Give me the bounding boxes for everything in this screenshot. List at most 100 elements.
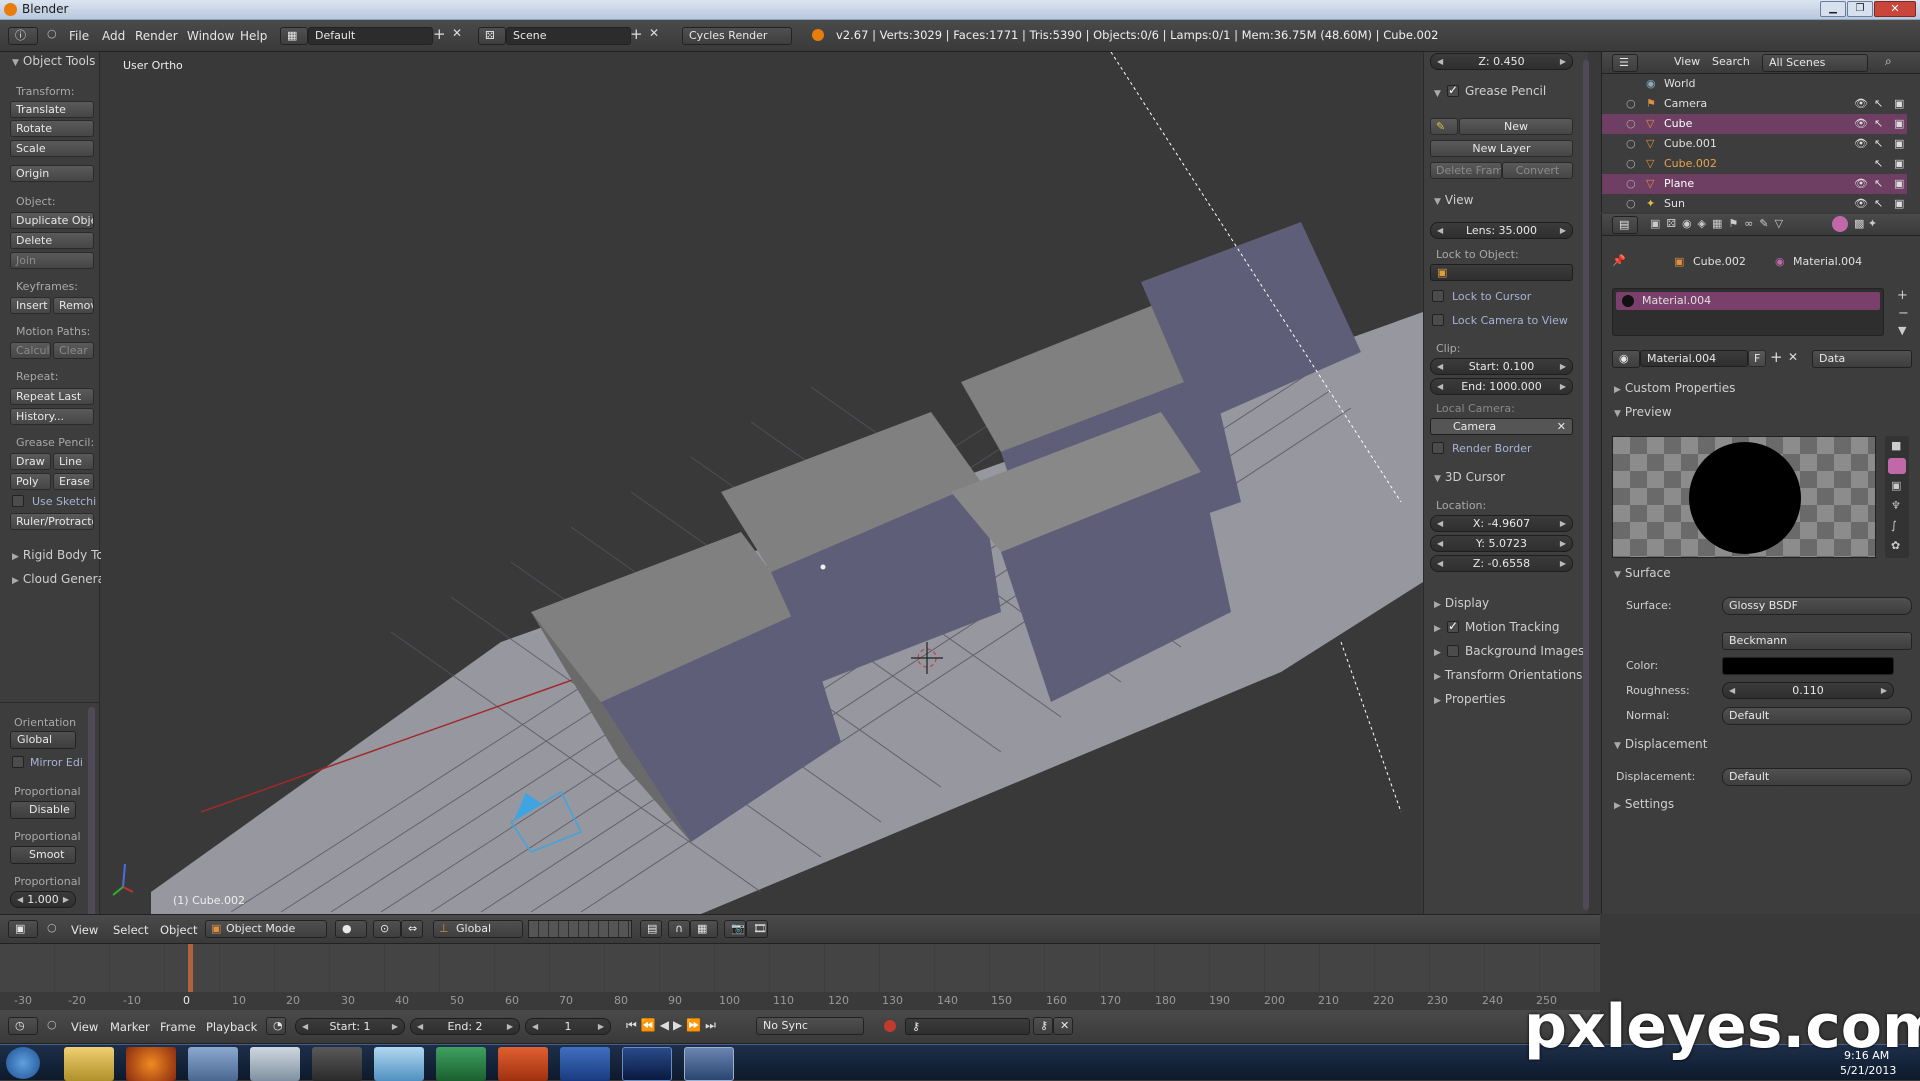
close-button[interactable]: ✕ <box>1874 1 1916 17</box>
powerpoint-taskbar-icon[interactable] <box>498 1047 548 1081</box>
timeline-marker-menu[interactable]: Marker <box>110 1020 150 1034</box>
material-tab-icon[interactable] <box>1832 216 1848 232</box>
delete-frame-button[interactable]: Delete Frame <box>1430 162 1502 179</box>
render-border-checkbox[interactable] <box>1432 442 1444 454</box>
timeline-ruler[interactable]: -30 -20 -10 0 10 20 30 40 50 60 70 80 90… <box>0 992 1600 1010</box>
displacement-select[interactable]: Default <box>1722 768 1912 786</box>
timeline[interactable]: -30 -20 -10 0 10 20 30 40 50 60 70 80 90… <box>0 944 1600 1010</box>
current-frame-field[interactable]: ◀ 1 ▶ <box>525 1018 611 1035</box>
properties-region-scrollbar[interactable] <box>1583 60 1589 910</box>
roughness-field[interactable]: ◀ 0.110 ▶ <box>1722 682 1894 699</box>
falloff-select[interactable]: Smoot <box>10 846 76 864</box>
new-layer-button[interactable]: New Layer <box>1430 140 1573 157</box>
cursor-x-field[interactable]: ◀ X: -4.9607 ▶ <box>1430 515 1573 532</box>
3d-cursor-panel[interactable]: ▼ 3D Cursor <box>1434 470 1505 484</box>
lock-object-field[interactable]: ▣ <box>1430 264 1573 281</box>
manipulator-toggle[interactable]: ⇔ <box>401 920 423 938</box>
menu-window[interactable]: Window <box>187 18 234 54</box>
word-taskbar-icon[interactable] <box>560 1047 610 1081</box>
select-menu[interactable]: Select <box>113 923 148 937</box>
lock-layers-icon[interactable]: ▤ <box>640 920 662 938</box>
minimize-button[interactable]: ▁ <box>1820 1 1846 17</box>
object-menu[interactable]: Object <box>160 923 197 937</box>
scene-field[interactable]: Scene <box>506 27 631 45</box>
poly-button[interactable]: Poly <box>10 473 51 490</box>
select-arrow-icon[interactable]: ↖ <box>1874 154 1883 174</box>
outliner-row-plane[interactable]: ○ ▽ Plane 👁 ↖ ▣ <box>1602 174 1907 194</box>
repeat-last-button[interactable]: Repeat Last <box>10 388 94 405</box>
preview-range-toggle[interactable]: ◔ <box>266 1017 286 1035</box>
delete-keyframe-icon[interactable]: ✕ <box>1053 1017 1073 1035</box>
join-button[interactable]: Join <box>10 252 94 269</box>
outliner-row-camera[interactable]: ○ ⚑ Camera 👁 ↖ ▣ <box>1602 94 1907 114</box>
sync-mode-select[interactable]: No Sync <box>756 1017 864 1035</box>
layout-icon[interactable]: ▦ <box>280 27 308 45</box>
pin-icon[interactable]: 📌 <box>1612 254 1626 267</box>
editor-type-menu[interactable]: ⓘ <box>8 27 38 45</box>
add-slot-icon[interactable]: + <box>1897 288 1908 303</box>
properties-editor-type[interactable]: ▤ <box>1612 216 1638 234</box>
material-name-field[interactable]: Material.004 <box>1640 350 1748 367</box>
mode-select[interactable]: ▣ Object Mode <box>205 920 327 938</box>
keying-set-field[interactable]: ⚷ <box>905 1018 1030 1035</box>
background-images-checkbox[interactable] <box>1447 645 1459 657</box>
material-slot-list[interactable]: Material.004 <box>1612 288 1884 336</box>
orientation-select[interactable]: Global <box>10 731 76 749</box>
calculator-taskbar-icon[interactable] <box>250 1047 300 1081</box>
line-button[interactable]: Line <box>53 453 94 470</box>
ruler-protractor-button[interactable]: Ruler/Protractor <box>10 513 94 530</box>
transform-orientation-select[interactable]: ⊥ Global <box>433 920 523 938</box>
pivot-select[interactable]: ⊙ <box>373 920 401 938</box>
use-sketching-checkbox[interactable] <box>12 495 24 507</box>
outliner-view-menu[interactable]: View <box>1674 55 1700 68</box>
outliner-row-cube-002[interactable]: ○ ▽ Cube.002 ↖ ▣ <box>1602 154 1907 174</box>
lens-field[interactable]: ◀ Lens: 35.000 ▶ <box>1430 222 1573 239</box>
z-field[interactable]: ◀ Z: 0.450 ▶ <box>1430 53 1573 70</box>
snap-toggle[interactable]: ∩ <box>668 920 690 938</box>
scene-icon[interactable]: ⚄ <box>478 27 506 45</box>
firefox-taskbar-icon[interactable] <box>126 1047 176 1081</box>
view-menu[interactable]: View <box>71 923 98 937</box>
render-preview-icon[interactable]: 📷 <box>724 920 746 938</box>
preview-panel[interactable]: ▼ Preview <box>1614 405 1672 419</box>
view-panel[interactable]: ▼ View <box>1434 193 1473 207</box>
material-link-select[interactable]: Data <box>1812 350 1912 368</box>
rigid-body-tools-panel[interactable]: ▶ Rigid Body To <box>12 548 104 562</box>
layer-buttons[interactable] <box>528 920 632 938</box>
motion-tracking-checkbox[interactable] <box>1447 619 1459 633</box>
outliner-row-sun[interactable]: ○ ✦ Sun 👁 ↖ ▣ <box>1602 194 1907 212</box>
render-engine-select[interactable]: Cycles Render <box>682 27 792 45</box>
cursor-z-field[interactable]: ◀ Z: -0.6558 ▶ <box>1430 555 1573 572</box>
blender-taskbar-icon[interactable] <box>684 1047 734 1081</box>
lock-to-cursor-checkbox[interactable] <box>1432 290 1444 302</box>
convert-button[interactable]: Convert <box>1502 162 1573 179</box>
render-icon[interactable]: ▣ <box>1894 154 1904 174</box>
network-taskbar-icon[interactable] <box>188 1047 238 1081</box>
cursor-y-field[interactable]: ◀ Y: 5.0723 ▶ <box>1430 535 1573 552</box>
render-icon[interactable]: ▣ <box>1894 94 1904 114</box>
collapse-menu-icon[interactable]: ○ <box>47 27 57 40</box>
slot-specials-icon[interactable]: ▼ <box>1898 324 1906 337</box>
remove-scene-icon[interactable]: ✕ <box>649 26 659 40</box>
browse-material-button[interactable]: ◉ <box>1612 350 1640 368</box>
cloud-generator-panel[interactable]: ▶ Cloud Genera <box>12 572 105 586</box>
remove-slot-icon[interactable]: − <box>1898 306 1909 321</box>
motion-tracking-panel[interactable]: ▶ <box>1434 620 1445 634</box>
view3d-collapse-icon[interactable]: ○ <box>47 921 57 934</box>
timeline-view-menu[interactable]: View <box>71 1020 98 1034</box>
display-panel[interactable]: ▶ Display <box>1434 596 1489 610</box>
surface-panel[interactable]: ▼ Surface <box>1614 566 1671 580</box>
select-arrow-icon[interactable]: ↖ <box>1874 194 1883 214</box>
outliner-row-cube-001[interactable]: ○ ▽ Cube.001 👁 ↖ ▣ <box>1602 134 1907 154</box>
outliner-row-world[interactable]: ◉ World <box>1602 74 1907 94</box>
view3d-editor-type[interactable]: ▣ <box>8 920 38 938</box>
distribution-select[interactable]: Beckmann <box>1722 632 1912 650</box>
add-layout-icon[interactable]: + <box>433 25 446 43</box>
normal-select[interactable]: Default <box>1722 707 1912 725</box>
clip-end-field[interactable]: ◀ End: 1000.000 ▶ <box>1430 378 1573 395</box>
material-slot-row[interactable]: Material.004 <box>1616 292 1880 310</box>
unlink-material-icon[interactable]: ✕ <box>1788 350 1798 364</box>
current-frame-marker[interactable] <box>188 944 193 992</box>
snap-element-select[interactable]: ▦ <box>690 920 718 938</box>
preview-type-tabs[interactable]: ■ ▣ ♆ ∫ ✿ <box>1885 436 1909 558</box>
